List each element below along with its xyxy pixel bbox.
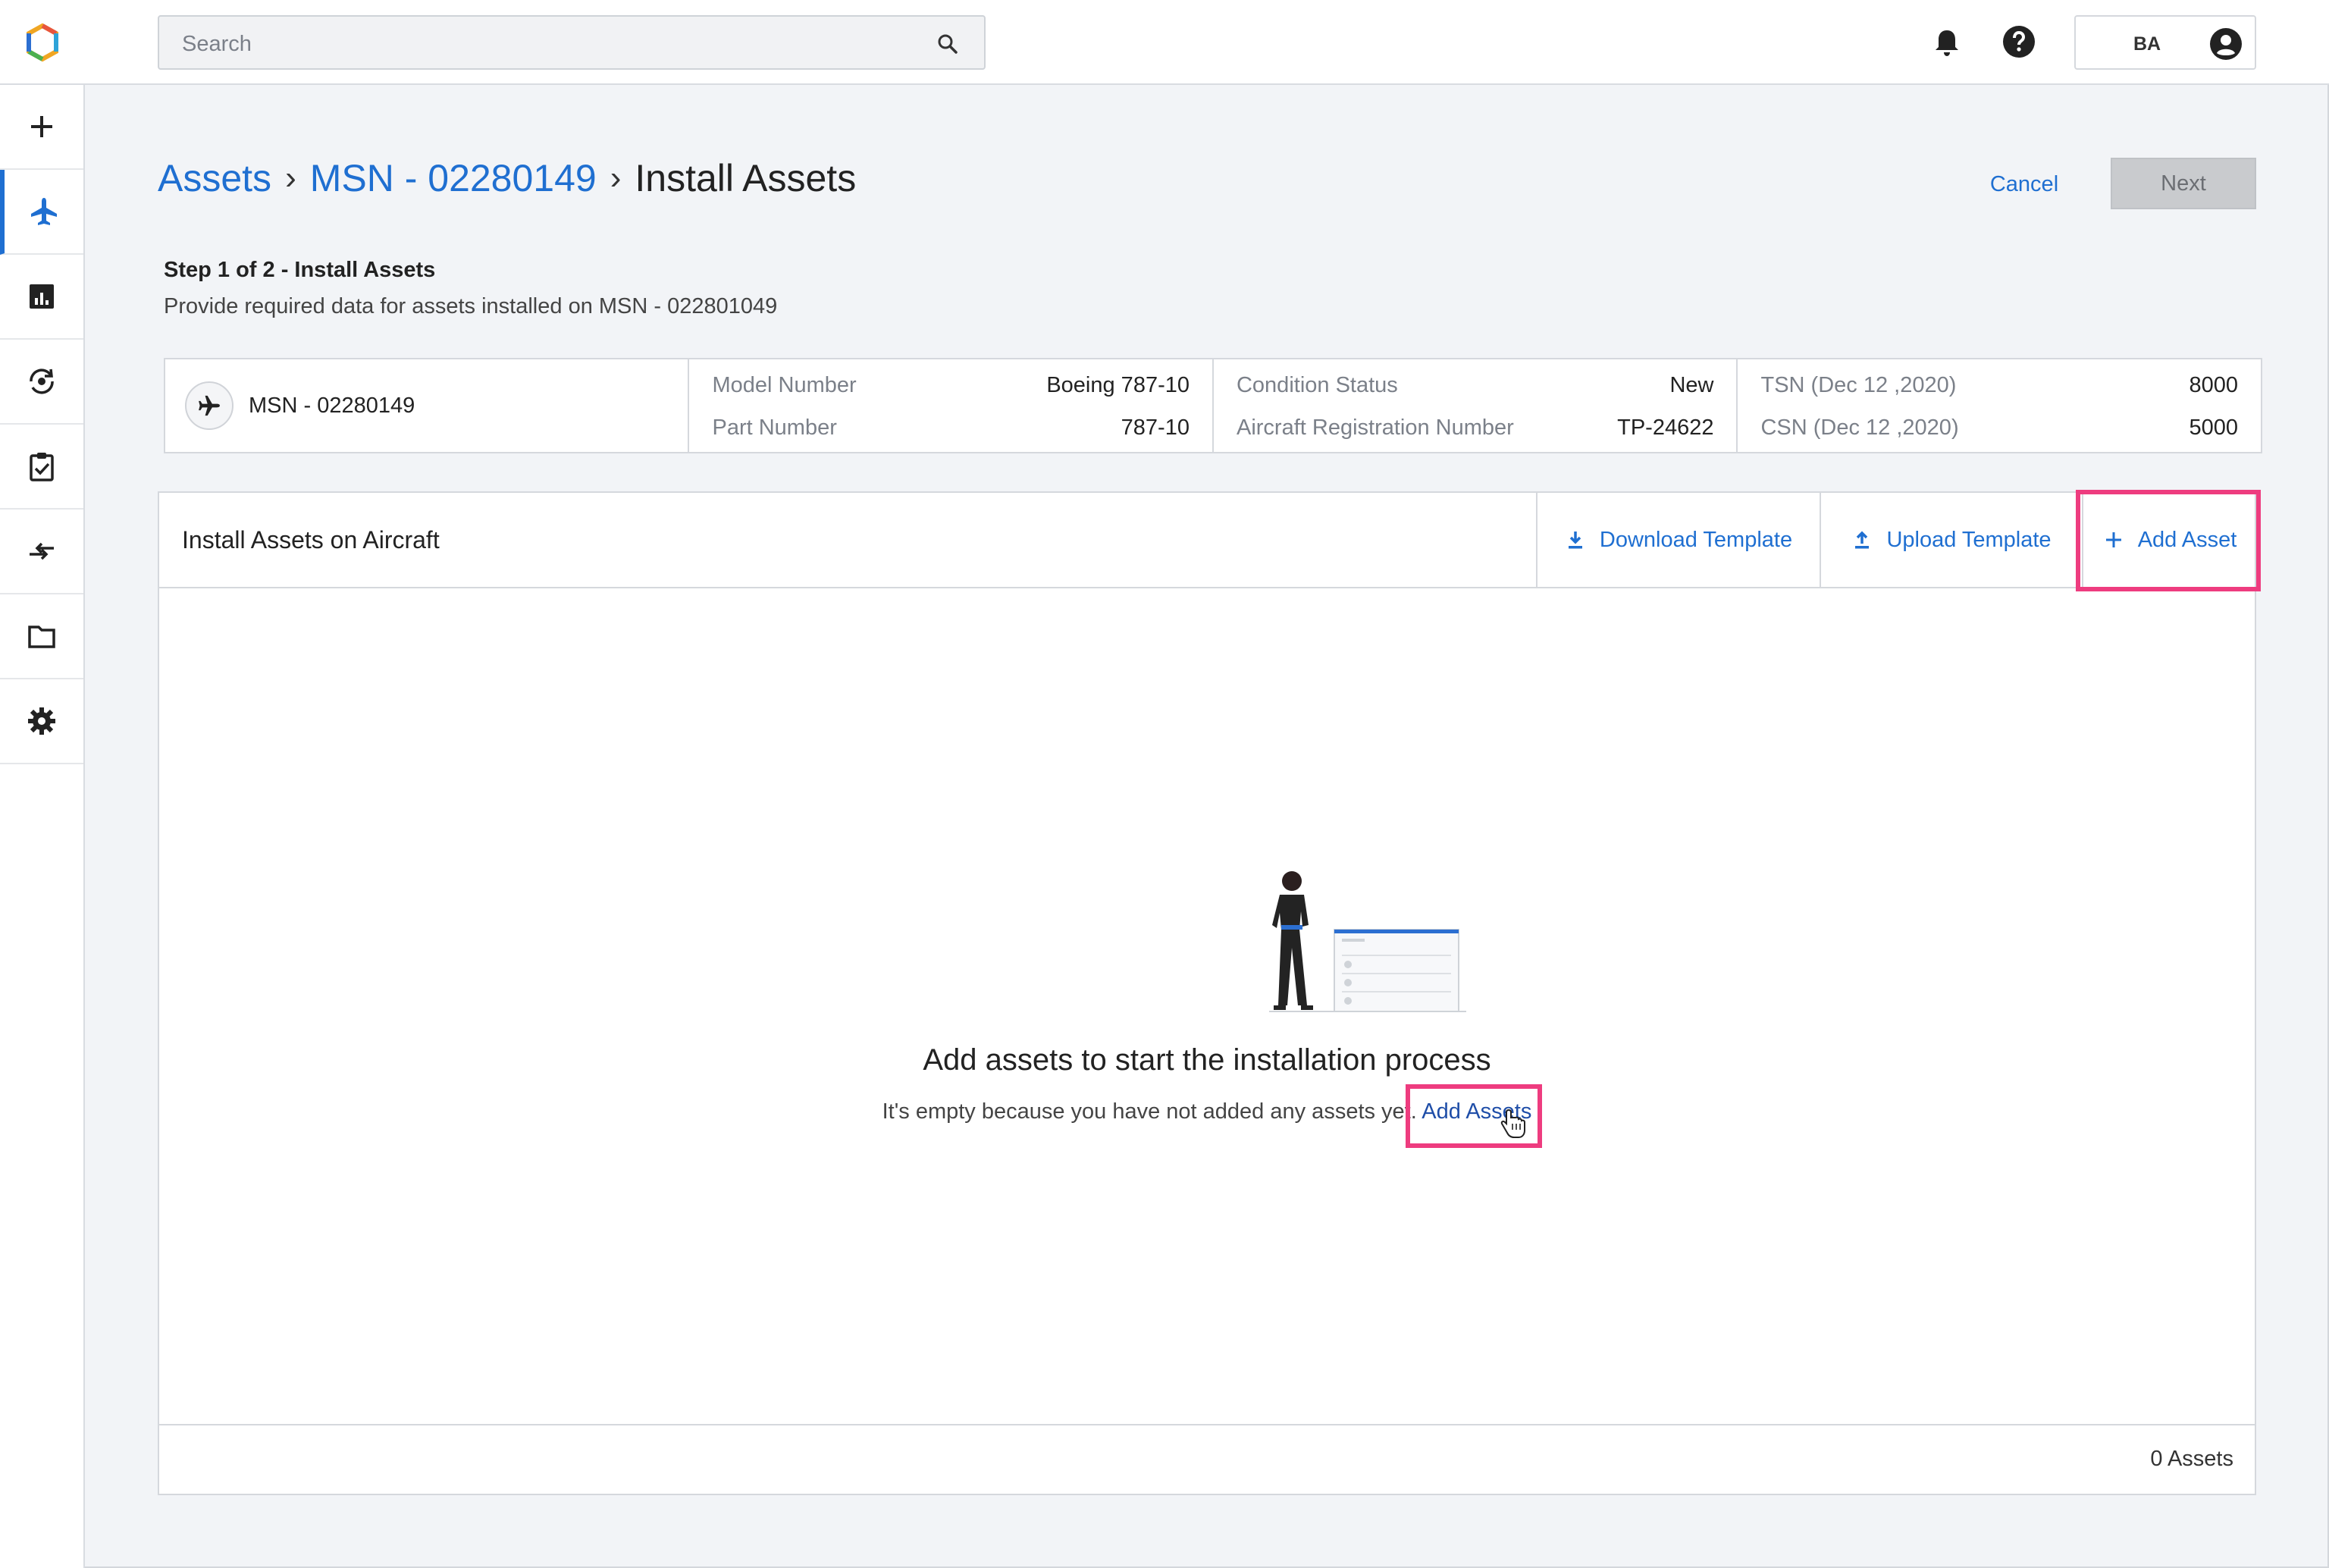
download-template-label: Download Template (1599, 527, 1793, 552)
empty-state-illustration (1269, 871, 1466, 1012)
sidebar (0, 85, 85, 1568)
download-template-button[interactable]: Download Template (1536, 493, 1820, 587)
plus-icon (31, 116, 52, 137)
search-placeholder: Search (182, 32, 252, 56)
aircraft-msn: MSN - 02280149 (249, 393, 415, 418)
part-number-value: 787-10 (1121, 415, 1190, 440)
user-menu[interactable]: BA (2074, 15, 2256, 70)
sidebar-item-tasks[interactable] (0, 425, 83, 510)
aircraft-msn-cell: MSN - 02280149 (165, 359, 690, 452)
download-icon (1568, 532, 1582, 549)
aircraft-status-cell: Condition Status New Aircraft Registratio… (1214, 359, 1738, 452)
asset-count: 0 Assets (2150, 1447, 2233, 1471)
sidebar-item-reports[interactable] (0, 255, 83, 340)
breadcrumb: Assets › MSN - 02280149 › Install Assets (158, 156, 856, 200)
csn-label: CSN (Dec 12 ,2020) (1760, 415, 1959, 440)
clipboard-check-icon (30, 453, 54, 481)
sidebar-item-aircraft[interactable] (0, 170, 83, 255)
registration-label: Aircraft Registration Number (1236, 415, 1514, 440)
bell-icon[interactable] (1930, 26, 1964, 59)
breadcrumb-separator: › (285, 159, 296, 196)
condition-label: Condition Status (1236, 372, 1398, 397)
user-initials: BA (2133, 33, 2161, 55)
next-button[interactable]: Next (2111, 158, 2256, 209)
top-bar: Search BA (0, 0, 2329, 85)
model-number-label: Model Number (712, 372, 857, 397)
aircraft-usage-cell: TSN (Dec 12 ,2020) 8000 CSN (Dec 12 ,2020… (1738, 359, 2261, 452)
model-number-value: Boeing 787-10 (1046, 372, 1190, 397)
card-header: Install Assets on Aircraft Download Temp… (159, 490, 2261, 591)
help-icon[interactable] (2001, 24, 2036, 59)
sidebar-item-transfers[interactable] (0, 510, 83, 594)
empty-state-title: Add assets to start the installation pro… (923, 1043, 1491, 1077)
step-title: Step 1 of 2 - Install Assets (164, 258, 436, 282)
plus-icon (2105, 532, 2121, 547)
upload-icon (1855, 531, 1870, 549)
page-title: Install Assets (635, 157, 857, 199)
sidebar-item-sync[interactable] (0, 340, 83, 425)
card-footer: 0 Assets (159, 1424, 2255, 1494)
condition-value: New (1669, 372, 1714, 397)
sidebar-item-settings[interactable] (0, 679, 83, 764)
hand-pointer-cursor-icon (1500, 1109, 1525, 1138)
search-input[interactable]: Search (158, 15, 986, 70)
add-asset-label: Add Asset (2137, 527, 2237, 552)
add-asset-button[interactable]: Add Asset (2082, 493, 2256, 587)
bar-chart-icon (30, 284, 54, 309)
breadcrumb-assets-link[interactable]: Assets (158, 156, 271, 200)
step-description: Provide required data for assets install… (164, 294, 778, 318)
airplane-icon (31, 198, 57, 225)
part-number-label: Part Number (712, 415, 837, 440)
empty-state-text: It's empty because you have not added an… (882, 1099, 1417, 1124)
aircraft-summary: MSN - 02280149 Model Number Boeing 787-10… (164, 358, 2262, 453)
tsn-value: 8000 (2189, 372, 2238, 397)
empty-state-description: It's empty because you have not added an… (159, 1099, 2255, 1124)
install-assets-card: Install Assets on Aircraft Download Temp… (158, 490, 2261, 1495)
swap-arrows-icon (30, 542, 54, 560)
cancel-button[interactable]: Cancel (1964, 159, 2085, 209)
gear-icon (28, 707, 55, 735)
sidebar-item-create[interactable] (0, 85, 83, 170)
folder-icon (28, 626, 55, 648)
aircraft-model-cell: Model Number Boeing 787-10 Part Number 787… (689, 359, 1214, 452)
account-avatar-icon (2210, 28, 2242, 60)
aircraft-avatar (185, 381, 234, 430)
registration-value: TP-24622 (1617, 415, 1714, 440)
breadcrumb-separator: › (610, 159, 622, 196)
tsn-label: TSN (Dec 12 ,2020) (1760, 372, 1957, 397)
upload-template-button[interactable]: Upload Template (1820, 493, 2082, 587)
breadcrumb-msn-link[interactable]: MSN - 02280149 (310, 156, 597, 200)
upload-template-label: Upload Template (1886, 527, 2052, 552)
app-logo-icon[interactable] (23, 23, 62, 62)
sidebar-item-documents[interactable] (0, 594, 83, 679)
card-title: Install Assets on Aircraft (182, 526, 440, 554)
airplane-icon (199, 395, 220, 416)
sync-settings-icon (30, 368, 54, 394)
csn-value: 5000 (2189, 415, 2238, 440)
search-icon[interactable] (936, 32, 960, 56)
